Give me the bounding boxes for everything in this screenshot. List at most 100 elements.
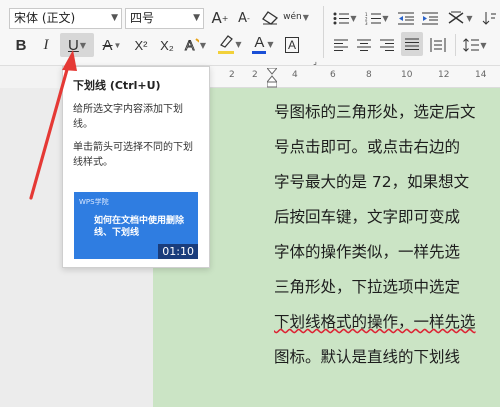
chevron-down-icon: ▼ — [382, 13, 389, 23]
grow-font-button[interactable]: A + — [210, 7, 230, 29]
decrease-indent-button[interactable] — [396, 7, 416, 29]
svg-text:A: A — [185, 37, 195, 53]
align-center-icon — [357, 39, 371, 51]
bullet-list-icon — [333, 12, 350, 24]
font-name-select[interactable]: 宋体 (正文) ▼ — [9, 8, 122, 29]
chinese-layout-icon — [449, 11, 464, 24]
align-right-icon — [380, 39, 394, 51]
text-effects-button[interactable]: A ▼ — [184, 34, 206, 56]
chevron-down-icon: ▼ — [267, 39, 274, 49]
superscript-button[interactable]: X² — [130, 34, 152, 56]
font-dialog-launcher[interactable]: ⌟ — [310, 56, 320, 66]
text-line: 后按回车键，文字即可变成 — [274, 208, 461, 226]
chevron-down-icon: ▼ — [480, 40, 487, 50]
align-right-button[interactable] — [378, 34, 396, 56]
sort-icon — [482, 12, 496, 25]
underlined-text-line: 下划线格式的操作，一样先选 — [274, 313, 476, 331]
clear-format-button[interactable] — [260, 7, 280, 29]
chevron-down-icon: ▼ — [79, 40, 86, 50]
video-title: 如何在文档中使用删除线、下划线 — [94, 216, 185, 238]
ruler-mark: 14 — [475, 70, 487, 80]
numbered-list-button[interactable]: 1 2 3 ▼ — [364, 7, 390, 29]
wps-academy-logo: WPS学院 — [79, 198, 109, 206]
justify-button[interactable] — [401, 32, 423, 56]
sort-button[interactable] — [480, 7, 498, 29]
bold-button[interactable]: B — [12, 34, 30, 56]
chevron-down-icon: ▼ — [235, 39, 242, 49]
phonetic-guide-button[interactable]: wén ▼ — [283, 6, 309, 28]
bullet-list-button[interactable]: ▼ — [332, 7, 358, 29]
divider — [323, 6, 324, 58]
text-line: 号图标的三角形处，选定后文 — [274, 103, 476, 121]
font-size-select[interactable]: 四号 ▼ — [125, 8, 204, 29]
ruler-mark: 2 — [252, 70, 258, 80]
grow-font-label: A — [211, 9, 222, 27]
text-line: 号点击即可。或点击右边的 — [274, 138, 461, 156]
underline-label: U — [68, 36, 79, 54]
font-name-value: 宋体 (正文) — [14, 11, 76, 25]
text-line: 图标。默认是直线的下划线 — [274, 348, 461, 366]
strikethrough-label: A — [102, 36, 113, 54]
chevron-down-icon: ▼ — [193, 13, 200, 23]
ruler-mark: 2 — [229, 70, 235, 80]
chevron-down-icon: ▼ — [466, 13, 473, 23]
italic-button[interactable]: I — [37, 34, 55, 56]
superscript-label: X² — [134, 37, 148, 53]
ruler-mark: 4 — [292, 70, 298, 80]
line-spacing-button[interactable]: ▼ — [461, 34, 489, 56]
plus-icon: + — [221, 13, 229, 23]
character-border-button[interactable]: A — [282, 34, 302, 56]
align-center-button[interactable] — [355, 34, 373, 56]
shrink-font-button[interactable]: A- — [234, 7, 254, 29]
text-line: 字体的操作类似，一样先选 — [274, 243, 461, 261]
ruler-mark: 8 — [366, 70, 372, 80]
tooltip-description: 给所选文字内容添加下划线。 — [73, 104, 183, 130]
font-color-label: A — [254, 34, 265, 51]
decrease-indent-icon — [398, 12, 414, 24]
font-color-button[interactable]: A ▼ — [250, 33, 276, 55]
align-left-button[interactable] — [332, 34, 350, 56]
strikethrough-button[interactable]: A ▼ — [98, 34, 126, 56]
font-size-value: 四号 — [130, 11, 155, 25]
line-spacing-icon — [463, 38, 480, 52]
increase-indent-icon — [422, 12, 438, 24]
subscript-button[interactable]: X₂ — [156, 34, 178, 56]
chevron-down-icon: ▼ — [113, 40, 122, 50]
tutorial-video-thumbnail[interactable]: WPS学院 如何在文档中使用删除线、下划线 01:10 — [74, 192, 198, 259]
phonetic-label: wén — [283, 12, 302, 22]
text-line: 三角形处，下拉选项中选定 — [274, 278, 461, 296]
highlighter-icon — [218, 34, 235, 54]
chevron-down-icon: ▼ — [350, 13, 357, 23]
character-border-label: A — [284, 37, 299, 53]
bold-label: B — [15, 36, 27, 54]
underline-button[interactable]: U ▼ — [60, 33, 94, 57]
increase-indent-button[interactable] — [420, 7, 440, 29]
chevron-down-icon: ▼ — [302, 12, 309, 22]
numbered-list-icon: 123 — [365, 12, 382, 25]
dialog-launcher-icon: ⌟ — [313, 56, 317, 66]
indent-marker-icon[interactable] — [267, 68, 277, 88]
divider — [455, 34, 456, 56]
ribbon-toolbar: 宋体 (正文) ▼ 四号 ▼ A + A- wén ▼ ▼ 1 2 3 ▼ ▼ B I U… — [0, 0, 500, 66]
align-left-icon — [334, 39, 348, 51]
horizontal-ruler: 2 2 4 6 8 10 12 14 — [200, 66, 500, 88]
underline-tooltip: 下划线 (Ctrl+U) 给所选文字内容添加下划线。 单击箭头可选择不同的下划线… — [62, 66, 210, 268]
ruler-mark: 10 — [401, 70, 413, 80]
tooltip-hint: 单击箭头可选择不同的下划线样式。 — [73, 142, 193, 168]
chevron-down-icon: ▼ — [199, 40, 206, 50]
ruler-mark: 12 — [438, 70, 450, 80]
distributed-align-button[interactable] — [428, 34, 448, 56]
svg-text:3: 3 — [365, 21, 368, 25]
ruler-mark: 6 — [330, 70, 336, 80]
distributed-align-icon — [430, 38, 446, 52]
font-color-icon: A — [252, 34, 267, 54]
chevron-down-icon: ▼ — [111, 13, 118, 23]
text-line: 字号最大的是 72，如果想文 — [274, 173, 470, 191]
highlight-button[interactable]: ▼ — [216, 33, 244, 55]
subscript-label: X₂ — [160, 37, 174, 53]
tooltip-title: 下划线 (Ctrl+U) — [73, 79, 161, 92]
eraser-icon — [262, 11, 278, 25]
chinese-layout-button[interactable]: ▼ — [446, 7, 474, 29]
italic-label: I — [43, 36, 49, 53]
text-effects-icon: A — [185, 37, 199, 53]
